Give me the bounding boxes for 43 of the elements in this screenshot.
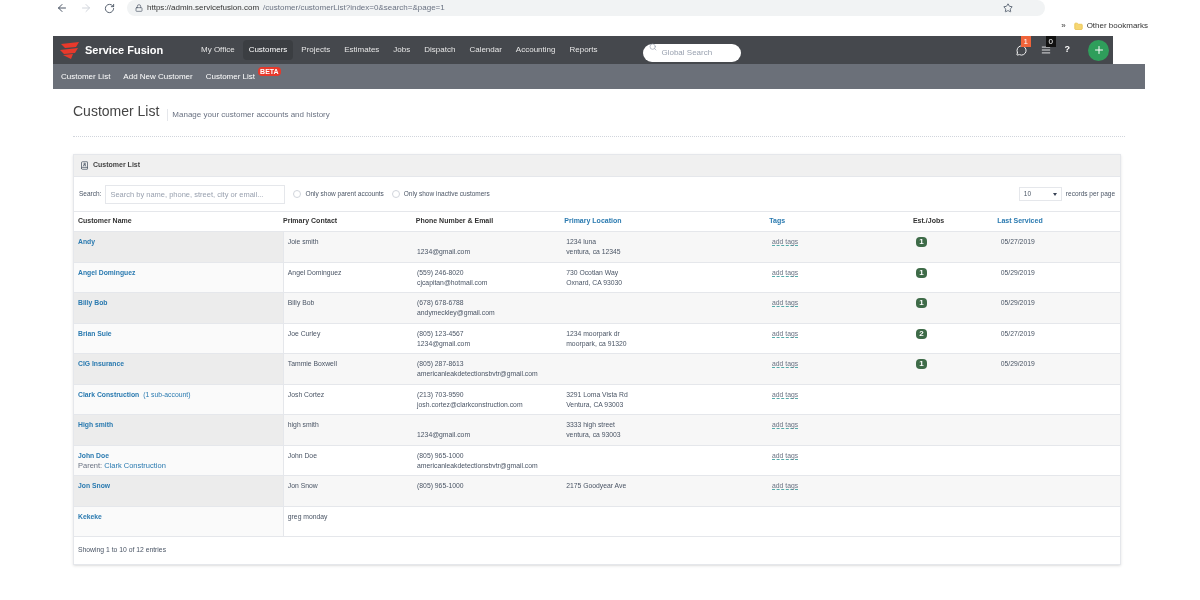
page-subtitle: Manage your customer accounts and history xyxy=(167,109,330,121)
search-icon xyxy=(649,43,658,51)
back-icon[interactable] xyxy=(56,2,68,14)
jobs-count-badge: 1 xyxy=(916,298,927,308)
nav-tab[interactable]: Calendar xyxy=(463,40,508,60)
plus-icon xyxy=(1092,44,1105,56)
page-title: Customer List xyxy=(73,102,160,121)
count-badge: 0 xyxy=(1045,36,1056,47)
sub-nav-link[interactable]: Customer List xyxy=(61,70,111,83)
logo-icon xyxy=(59,41,81,59)
reload-icon[interactable] xyxy=(104,2,115,14)
nav-tab[interactable]: Accounting xyxy=(509,40,562,60)
folder-icon xyxy=(1073,21,1083,31)
bookmarks-overflow[interactable]: » xyxy=(1061,20,1066,32)
url-path: /customer/customerList?index=0&search=&page=1 xyxy=(263,2,446,14)
nav-tab[interactable]: Jobs xyxy=(387,40,417,60)
messages-icon[interactable] xyxy=(1015,44,1027,56)
nav-tab[interactable]: Estimates xyxy=(338,40,386,60)
jobs-count-badge: 1 xyxy=(916,267,927,278)
tasks-icon[interactable] xyxy=(1040,45,1051,55)
filter-checkbox[interactable] xyxy=(293,190,302,198)
nav-tab[interactable]: Customers xyxy=(242,40,294,60)
notification-badge: 1 xyxy=(1020,35,1031,47)
bookmark-star-icon[interactable] xyxy=(1003,3,1013,13)
add-button[interactable] xyxy=(1088,39,1109,61)
help-button[interactable]: ? xyxy=(1064,43,1070,57)
address-book-icon xyxy=(80,161,89,170)
sub-nav-link[interactable]: Add New Customer xyxy=(123,70,193,83)
filter-checkbox[interactable] xyxy=(391,190,400,198)
url-host: https://admin.servicefusion.com xyxy=(147,2,260,14)
nav-tab[interactable]: Reports xyxy=(563,40,604,60)
jobs-count-badge: 1 xyxy=(916,359,927,369)
lock-icon xyxy=(135,4,143,12)
global-search-field[interactable]: Global Search xyxy=(643,43,742,62)
address-bar[interactable]: https://admin.servicefusion.com /customer/customerList?index=0&search=&page=1 xyxy=(127,0,1045,16)
nav-tab[interactable]: Dispatch xyxy=(418,40,462,60)
jobs-count-badge: 2 xyxy=(916,328,927,339)
nav-tab[interactable]: My Office xyxy=(195,40,241,60)
dropdown-caret-icon xyxy=(1052,192,1057,196)
jobs-count-badge: 1 xyxy=(916,237,927,247)
nav-tab[interactable]: Projects xyxy=(295,40,337,60)
other-bookmarks[interactable]: Other bookmarks xyxy=(1086,20,1148,32)
logo-text: Service Fusion xyxy=(85,42,165,58)
